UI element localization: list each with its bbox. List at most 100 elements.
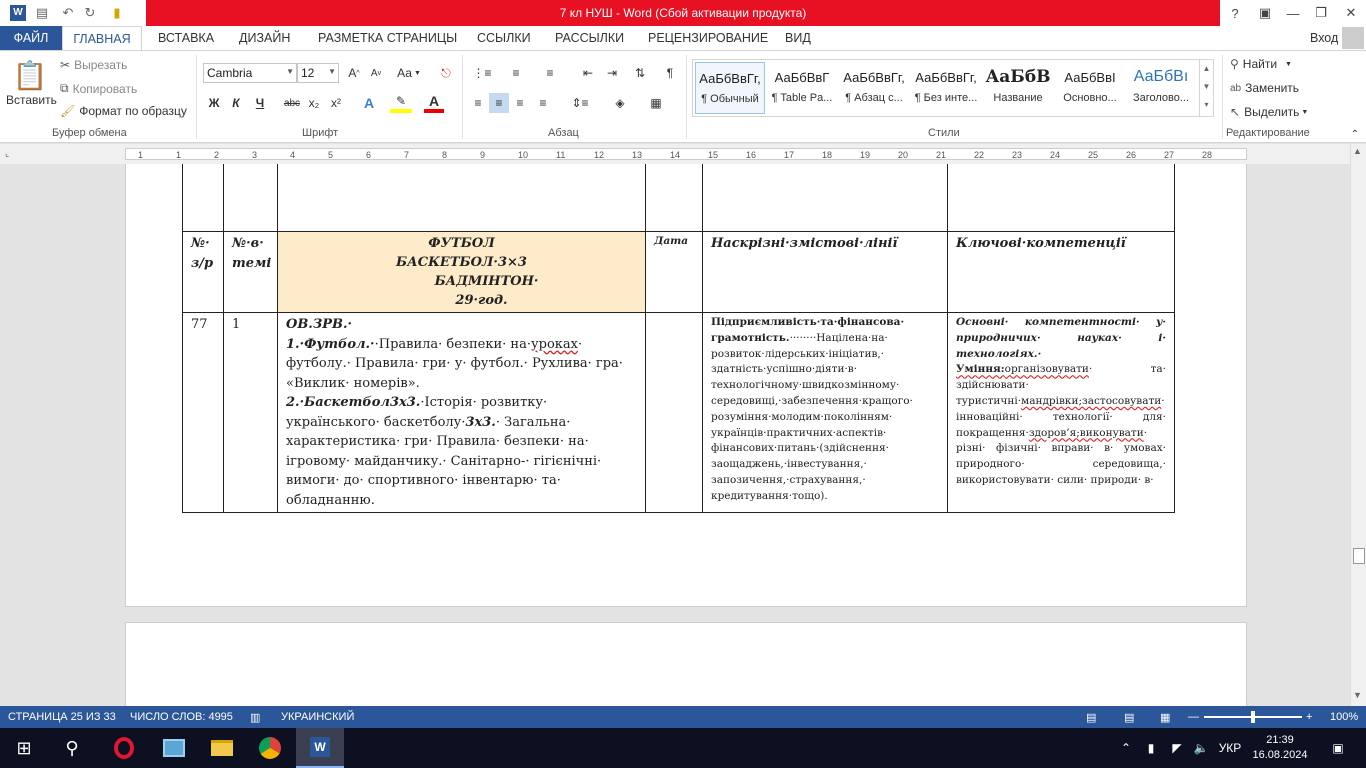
status-word-count[interactable]: ЧИСЛО СЛОВ: 4995 [130,706,233,728]
undo-icon[interactable]: ↶ [56,3,80,23]
align-center-icon[interactable]: ≡ [489,93,509,113]
clock[interactable]: 21:39 16.08.2024 [1250,728,1310,768]
zoom-slider[interactable] [1204,706,1302,728]
tab-file[interactable]: ФАЙЛ [0,26,62,50]
tab-mailings[interactable]: РАССЫЛКИ [555,26,624,50]
tab-references[interactable]: ССЫЛКИ [477,26,531,50]
tab-design[interactable]: ДИЗАЙН [239,26,290,50]
increase-indent-icon[interactable]: ⇥ [602,63,622,83]
word-taskbar-icon[interactable]: W [296,728,344,768]
cell-num[interactable]: 77 [182,312,224,513]
scroll-up-icon[interactable]: ▲ [1353,146,1362,156]
open-folder-icon[interactable]: ▮ [104,3,130,23]
style-table-paragraph[interactable]: АаБбВвГ ¶ Table Pa... [767,62,837,114]
sign-in-link[interactable]: Вход [1310,26,1338,50]
zoom-level[interactable]: 100% [1330,706,1358,728]
clear-formatting-icon[interactable]: ⎋ [436,63,456,83]
battery-icon[interactable]: ▮ [1140,728,1162,768]
scroll-thumb[interactable] [1353,548,1365,564]
underline-button[interactable]: Ч [250,93,270,113]
tab-insert[interactable]: ВСТАВКА [158,26,214,50]
style-list-paragraph[interactable]: АаБбВвГг, ¶ Абзац с... [839,62,909,114]
scroll-down-icon[interactable]: ▼ [1353,690,1362,700]
zoom-out-icon[interactable]: — [1188,706,1199,728]
header-num[interactable]: №· з/р [182,231,224,313]
style-normal[interactable]: АаБбВвГг, ¶ Обычный [695,62,765,114]
italic-button[interactable]: К [226,93,246,113]
style-no-spacing[interactable]: АаБбВвГг, ¶ Без инте... [911,62,981,114]
cut-button[interactable]: ✂ Вырезать [60,58,127,72]
zoom-in-icon[interactable]: + [1306,706,1312,728]
tab-review[interactable]: РЕЦЕНЗИРОВАНИЕ [648,26,768,50]
font-color-icon[interactable]: A [424,93,444,113]
cell-cross-lines[interactable]: Підприємливість·та·фінансова· грамотніст… [702,312,948,513]
minimize-button[interactable]: — [1278,0,1308,26]
cell-topic-num[interactable]: 1 [223,312,278,513]
copy-button[interactable]: ⧉ Копировать [60,81,137,96]
highlight-icon[interactable]: ✎ [390,93,412,113]
format-painter-button[interactable]: 🖌 Формат по образцу [60,104,187,118]
style-heading[interactable]: АаБбВı Заголово... [1127,62,1195,114]
font-size-combo[interactable]: 12 ▼ [297,63,339,83]
tab-selector-icon[interactable]: ⌞ [5,148,17,160]
subscript-button[interactable]: x₂ [304,93,324,113]
font-name-combo[interactable]: Cambria ▼ [203,63,297,83]
find-button[interactable]: ⚲ Найти ▼ [1230,57,1292,71]
borders-icon[interactable]: ▦ [642,93,670,113]
restore-button[interactable]: ❐ [1306,0,1336,26]
language-indicator[interactable]: УКР [1214,728,1246,768]
strikethrough-button[interactable]: abc [282,93,302,113]
header-topic-num[interactable]: №·в· темі [223,231,278,313]
file-explorer-icon[interactable] [198,728,246,768]
align-left-icon[interactable]: ≡ [468,93,488,113]
save-icon[interactable]: ▤ [32,3,52,23]
shrink-font-icon[interactable]: Av [366,63,386,83]
style-body-text[interactable]: АаБбВвІ Основно... [1055,62,1125,114]
opera-icon[interactable] [100,728,148,768]
bold-button[interactable]: Ж [204,93,224,113]
tab-home[interactable]: ГЛАВНАЯ [62,26,142,51]
select-button[interactable]: ↖ Выделить ▼ [1230,105,1308,119]
text-effects-icon[interactable]: A [358,93,380,113]
user-avatar[interactable] [1342,27,1364,49]
multilevel-list-icon[interactable]: ≡ [536,63,564,83]
web-layout-icon[interactable]: ▦ [1160,706,1170,728]
cell-content[interactable]: ОВ.ЗРВ.· 1.·Футбол.··Правила· безпеки· н… [277,312,646,513]
align-right-icon[interactable]: ≡ [510,93,530,113]
proofing-icon[interactable]: ▥ [250,706,260,728]
pilcrow-icon[interactable]: ¶ [660,63,680,83]
close-button[interactable]: ✕ [1336,0,1366,26]
justify-icon[interactable]: ≡ [533,93,553,113]
bullets-icon[interactable]: ⋮≡ [468,63,496,83]
paste-button[interactable]: Вставить [6,93,57,107]
header-competences[interactable]: Ключові·компетенції [947,231,1175,313]
vertical-scrollbar[interactable]: ▲ ▼ [1350,144,1366,706]
read-mode-icon[interactable]: ▤ [1086,706,1096,728]
decrease-indent-icon[interactable]: ⇤ [578,63,598,83]
search-icon[interactable]: ⚲ [48,728,96,768]
chrome-icon[interactable] [246,728,294,768]
header-date[interactable]: Дата [645,231,703,313]
volume-icon[interactable]: 🔈 [1190,728,1212,768]
numbering-icon[interactable]: ≡ [502,63,530,83]
cell-date[interactable] [645,312,703,513]
word-app-icon[interactable]: W [8,3,28,23]
change-case-button[interactable]: Аа ▼ [394,63,424,83]
style-title[interactable]: АаБбВ Название [983,62,1053,114]
replace-button[interactable]: ab Заменить [1230,81,1299,95]
print-layout-icon[interactable]: ▤ [1124,706,1134,728]
wifi-icon[interactable]: ◤ [1166,728,1188,768]
tab-view[interactable]: ВИД [785,26,811,50]
grow-font-icon[interactable]: A ^ [344,63,364,83]
tab-layout[interactable]: РАЗМЕТКА СТРАНИЦЫ [318,26,457,50]
notifications-icon[interactable]: ▣ [1318,728,1358,768]
cell-competences[interactable]: Основні· компетентності· у· природничих·… [947,312,1175,513]
help-button[interactable]: ? [1220,0,1250,26]
paste-icon[interactable]: 📋 [10,57,50,93]
windows-start-icon[interactable]: ⊞ [0,728,48,768]
redo-icon[interactable]: ↻ [80,3,100,23]
line-spacing-icon[interactable]: ⇕≡ [566,93,594,113]
status-page[interactable]: СТРАНИЦА 25 ИЗ 33 [8,706,116,728]
horizontal-ruler[interactable]: ⌞ 1 1 2 3 4 5 6 7 8 9 10 11 12 13 14 15 16 17 18 19 20 21 22 23… [0,144,1366,164]
styles-scroll[interactable]: ▲ ▼ ▾ [1199,60,1213,116]
